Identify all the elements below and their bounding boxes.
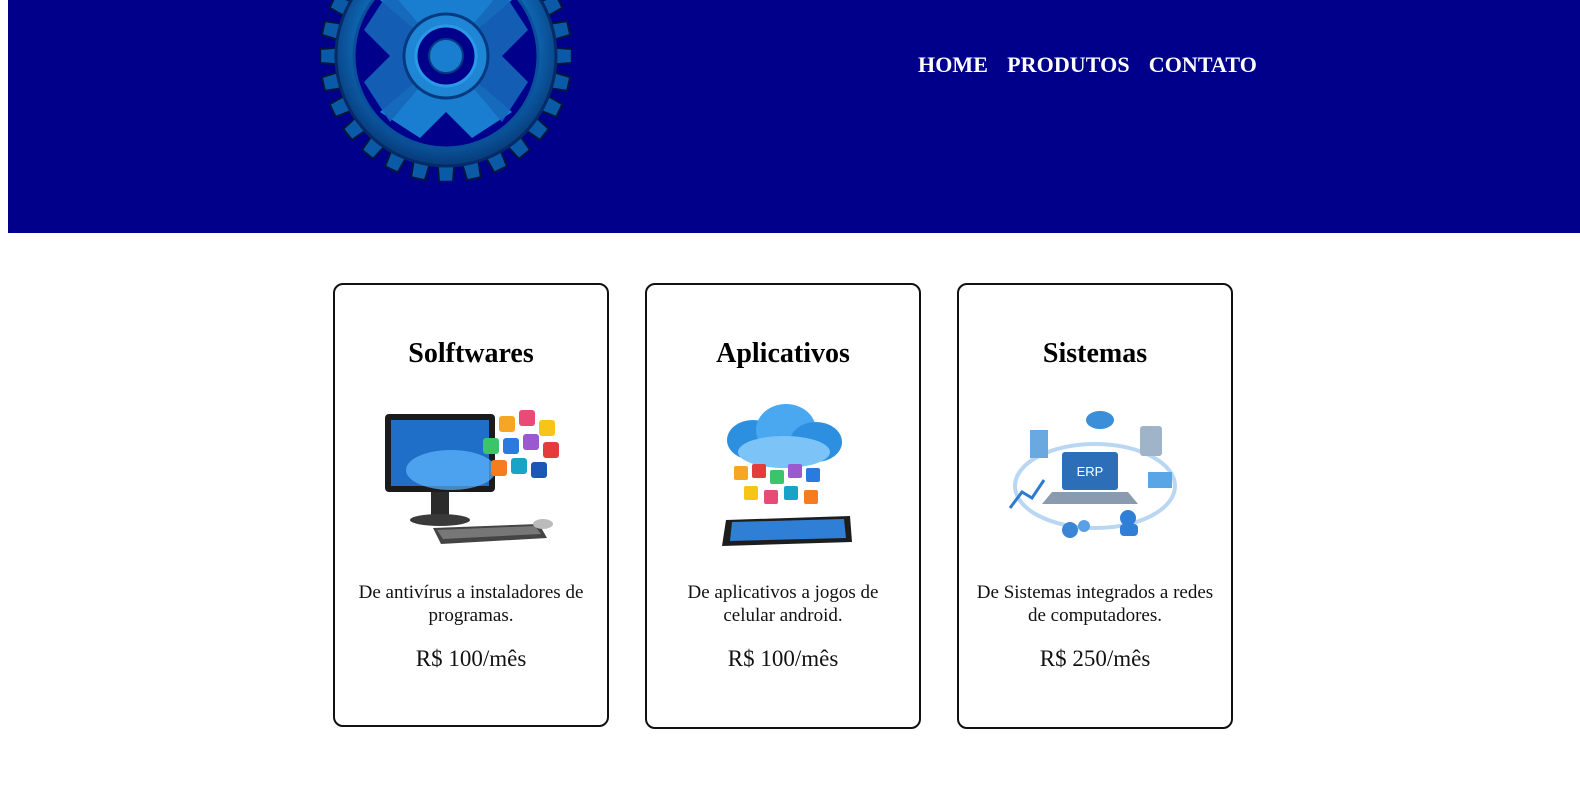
card-title: Aplicativos: [716, 338, 850, 369]
erp-laptop-icon: ERP: [1008, 411, 1177, 538]
nav-home-link[interactable]: HOME: [918, 52, 988, 78]
svg-text:ERP: ERP: [1077, 464, 1104, 479]
nav-contato-link[interactable]: CONTATO: [1149, 52, 1257, 78]
product-card-softwares: Solftwares De antivírus a instaladores d…: [333, 283, 609, 727]
site-header: HOME PRODUTOS CONTATO: [8, 0, 1580, 233]
main-nav: HOME PRODUTOS CONTATO: [918, 52, 1257, 78]
card-description: De Sistemas integrados a redes de comput…: [976, 582, 1214, 626]
cloud-phone-apps-icon: [722, 404, 852, 546]
product-card-sistemas: Sistemas ERP De Sistemas integrados a re…: [957, 283, 1233, 729]
gear-logo-icon[interactable]: [320, 0, 572, 182]
nav-produtos-link[interactable]: PRODUTOS: [1007, 52, 1130, 78]
card-price: R$ 100/mês: [727, 646, 839, 671]
card-description: De aplicativos a jogos de celular androi…: [687, 582, 879, 626]
computer-apps-icon: [385, 410, 559, 544]
card-title: Solftwares: [408, 338, 534, 369]
card-price: R$ 100/mês: [415, 646, 527, 671]
card-title: Sistemas: [1042, 338, 1148, 369]
card-price: R$ 250/mês: [1039, 646, 1151, 671]
product-card-aplicativos: Aplicativos De aplicativos a jogos de ce…: [645, 283, 921, 729]
card-description: De antivírus a instaladores de programas…: [358, 582, 584, 626]
